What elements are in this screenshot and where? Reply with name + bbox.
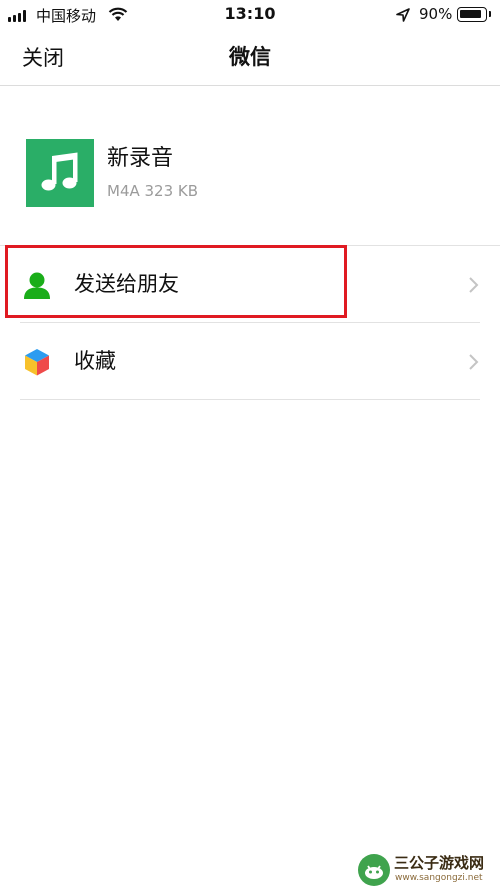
chevron-right-icon — [469, 277, 479, 293]
watermark-url: www.sangongzi.net — [395, 873, 483, 883]
file-info: 新录音 M4A 323 KB — [0, 86, 500, 246]
status-bar: 中国移动 13:10 90% — [0, 0, 500, 30]
cube-icon — [25, 349, 49, 376]
favorite-label: 收藏 — [74, 349, 116, 373]
file-meta: M4A 323 KB — [107, 182, 199, 200]
file-name: 新录音 — [107, 146, 174, 171]
divider — [20, 399, 480, 400]
battery-icon — [457, 7, 487, 22]
battery-cap — [489, 11, 491, 17]
file-thumbnail — [26, 139, 94, 207]
battery-fill — [460, 10, 481, 18]
page-title: 微信 — [229, 45, 271, 69]
watermark-title: 三公子游戏网 — [394, 854, 485, 872]
send-to-friend-button[interactable]: 发送给朋友 — [0, 246, 500, 322]
send-to-friend-label: 发送给朋友 — [74, 272, 179, 296]
battery-percent: 90% — [419, 5, 453, 23]
watermark-logo-icon — [358, 854, 390, 886]
watermark: 三公子游戏网 www.sangongzi.net — [352, 848, 500, 889]
close-button[interactable]: 关闭 — [22, 42, 64, 72]
location-arrow-icon — [396, 8, 410, 22]
chevron-right-icon — [469, 354, 479, 370]
music-note-icon — [41, 152, 78, 191]
user-icon — [24, 272, 50, 299]
favorite-button[interactable]: 收藏 — [0, 323, 500, 399]
nav-bar: 关闭 微信 — [0, 30, 500, 86]
